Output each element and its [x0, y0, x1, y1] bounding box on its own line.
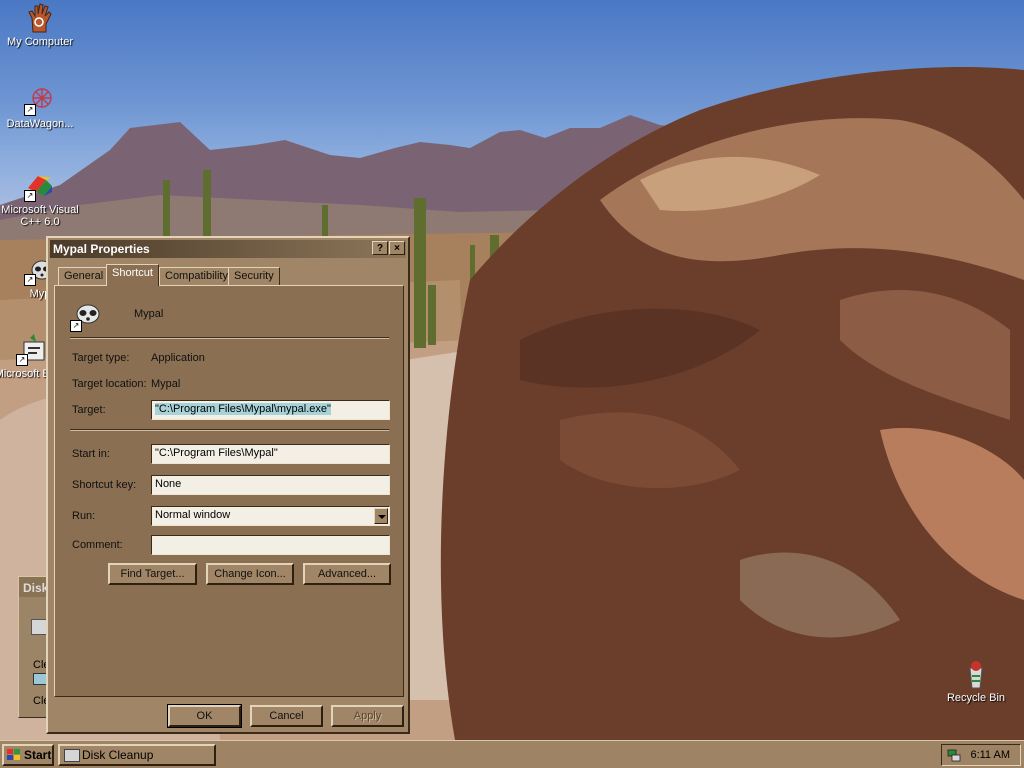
- shortcut-arrow-icon: ↗: [24, 274, 36, 286]
- help-button[interactable]: ?: [372, 241, 388, 255]
- target-location-label: Target location:: [72, 378, 147, 390]
- visual-cpp-icon: ↗: [24, 170, 56, 202]
- desktop-icon-datawagon[interactable]: ↗ DataWagon...: [0, 84, 80, 130]
- comment-field[interactable]: [151, 535, 390, 555]
- clock[interactable]: 6:11 AM: [970, 745, 1010, 765]
- hand-spiral-icon: [24, 2, 56, 34]
- shortcut-name: Mypal: [134, 308, 164, 320]
- target-value: "C:\Program Files\Mypal\mypal.exe": [155, 403, 331, 415]
- taskbar-item-disk-cleanup[interactable]: Disk Cleanup: [58, 744, 216, 766]
- shortcut-arrow-icon: ↗: [70, 320, 82, 332]
- desktop-icon-label: My Computer: [6, 36, 74, 48]
- basic-icon: ↗: [16, 334, 48, 366]
- change-icon-button[interactable]: Change Icon...: [206, 563, 294, 585]
- tab-compatibility[interactable]: Compatibility: [159, 267, 234, 285]
- cancel-button[interactable]: Cancel: [250, 705, 323, 727]
- desktop-icon-label: Microsoft Visual C++ 6.0: [1, 204, 79, 228]
- dialog-title: Mypal Properties: [53, 242, 150, 256]
- desktop-icon-my-computer[interactable]: My Computer: [0, 2, 80, 48]
- target-type-label: Target type:: [72, 352, 130, 364]
- progress-block: [33, 673, 47, 685]
- close-button[interactable]: ×: [389, 241, 405, 255]
- system-tray: 6:11 AM: [941, 744, 1021, 766]
- chevron-down-icon[interactable]: [374, 508, 388, 524]
- shortcut-tab-panel: ↗ Mypal Target type: Application Target …: [54, 285, 404, 697]
- target-type-value: Application: [151, 352, 205, 364]
- windows-flag-icon: [7, 749, 20, 760]
- shortcut-key-field[interactable]: None: [151, 475, 390, 495]
- comment-label: Comment:: [72, 539, 123, 551]
- shortcut-arrow-icon: ↗: [16, 354, 28, 366]
- properties-dialog[interactable]: Mypal Properties ? × General Shortcut Co…: [46, 236, 410, 734]
- recycle-bin-icon: [960, 658, 992, 690]
- advanced-button[interactable]: Advanced...: [303, 563, 391, 585]
- run-label: Run:: [72, 510, 96, 522]
- run-select-value: Normal window: [155, 509, 231, 521]
- desktop-icon-label: Recycle Bin: [946, 692, 1006, 704]
- taskbar: Start Disk Cleanup 6:11 AM: [0, 740, 1024, 768]
- tab-security[interactable]: Security: [228, 267, 280, 285]
- start-label: Start: [24, 748, 52, 762]
- apply-button: Apply: [331, 705, 404, 727]
- start-button[interactable]: Start: [2, 744, 54, 766]
- divider: [70, 337, 389, 339]
- find-target-button[interactable]: Find Target...: [108, 563, 197, 585]
- divider: [70, 429, 389, 431]
- taskbar-item-label: Disk Cleanup: [82, 748, 154, 762]
- tab-shortcut[interactable]: Shortcut: [106, 264, 159, 286]
- shortcut-key-label: Shortcut key:: [72, 479, 137, 491]
- target-location-value: Mypal: [151, 378, 181, 390]
- flower-icon: ↗: [24, 84, 56, 116]
- raccoon-icon: ↗: [70, 300, 102, 332]
- ok-button[interactable]: OK: [167, 704, 242, 728]
- start-in-label: Start in:: [72, 448, 110, 460]
- dialog-titlebar[interactable]: Mypal Properties ? ×: [50, 240, 406, 258]
- run-select[interactable]: Normal window: [151, 506, 390, 526]
- shortcut-arrow-icon: ↗: [24, 104, 36, 116]
- target-field[interactable]: "C:\Program Files\Mypal\mypal.exe": [151, 400, 390, 420]
- tab-general[interactable]: General: [58, 267, 110, 285]
- target-label: Target:: [72, 404, 106, 416]
- shortcut-arrow-icon: ↗: [24, 190, 36, 202]
- desktop-icon-visual-cpp[interactable]: ↗ Microsoft Visual C++ 6.0: [0, 170, 80, 228]
- drive-icon: [64, 749, 80, 762]
- network-icon[interactable]: [947, 748, 961, 762]
- desktop-icon-recycle-bin[interactable]: Recycle Bin: [936, 658, 1016, 704]
- desktop-icon-label: DataWagon...: [6, 118, 74, 130]
- start-in-field[interactable]: "C:\Program Files\Mypal": [151, 444, 390, 464]
